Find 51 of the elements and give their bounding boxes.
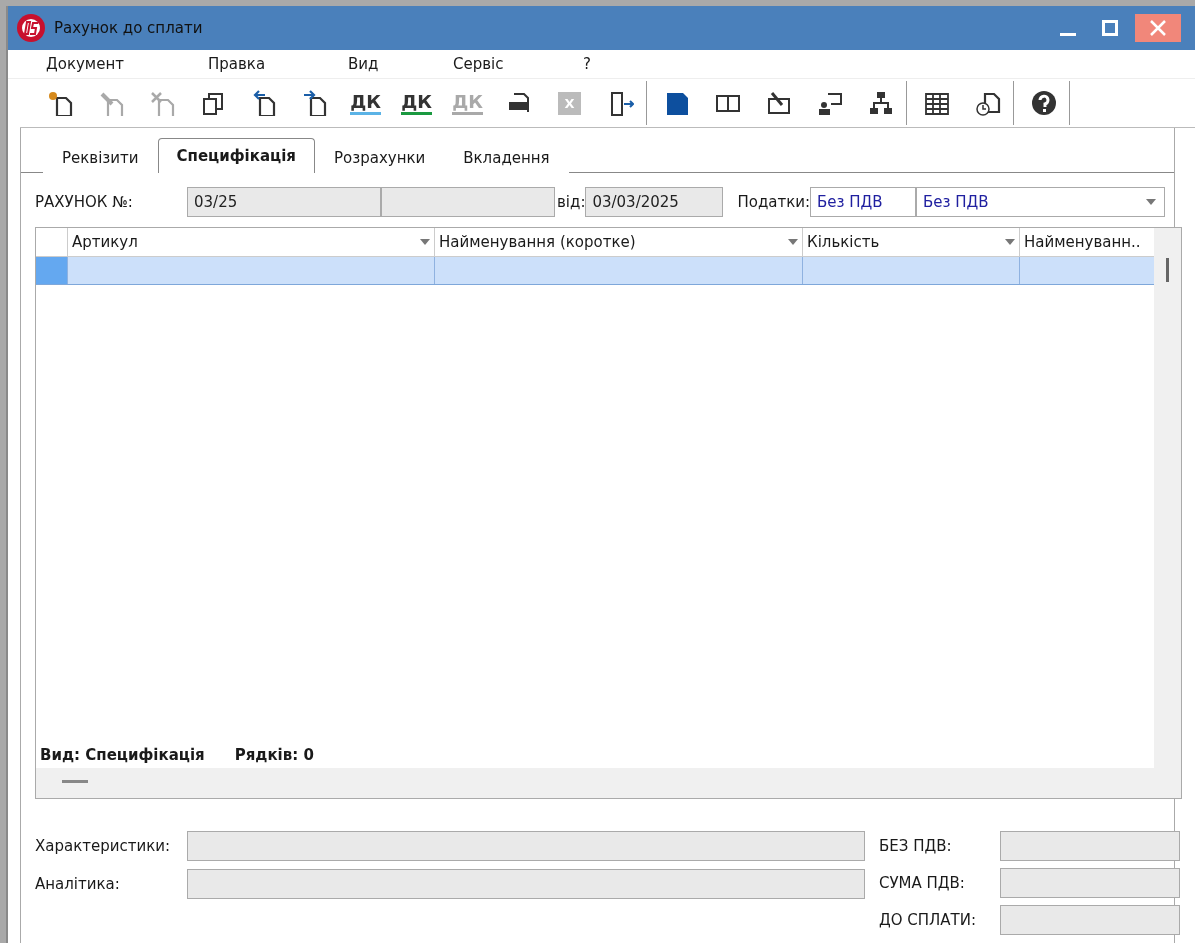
app-logo-icon bbox=[16, 13, 46, 43]
menu-item[interactable]: ? bbox=[583, 55, 623, 73]
hierarchy-icon bbox=[867, 90, 894, 116]
tax-code-field[interactable]: Без ПДВ bbox=[810, 187, 917, 217]
menu-item[interactable]: Документ bbox=[46, 55, 208, 73]
column-header[interactable]: Найменування (коротке) bbox=[439, 233, 636, 251]
status-text: Вид: Специфікація bbox=[40, 746, 205, 764]
table-icon bbox=[923, 90, 950, 116]
tab[interactable]: Специфікація bbox=[157, 138, 315, 173]
import-document-icon bbox=[301, 90, 328, 116]
field-label: від: bbox=[557, 193, 586, 211]
status-text: Рядків: 0 bbox=[234, 746, 314, 764]
number-field[interactable]: 03/25 bbox=[187, 187, 381, 217]
date-field[interactable]: 03/03/2025 bbox=[585, 187, 724, 217]
field-label: Аналітика: bbox=[35, 875, 121, 893]
window-title: Рахунок до сплати bbox=[54, 19, 204, 37]
input-field[interactable] bbox=[187, 869, 865, 899]
edit-document-icon bbox=[765, 90, 792, 116]
amount-field[interactable] bbox=[1000, 905, 1180, 935]
help-icon bbox=[1030, 90, 1057, 116]
menu-item[interactable]: Вид bbox=[348, 55, 453, 73]
amount-field[interactable] bbox=[1000, 831, 1180, 861]
dropdown-arrow-icon[interactable] bbox=[420, 239, 430, 245]
dropdown-arrow-icon[interactable] bbox=[1146, 199, 1157, 205]
field-label: РАХУНОК №: bbox=[35, 193, 134, 211]
dropdown-arrow-icon[interactable] bbox=[788, 239, 798, 245]
dropdown-arrow-icon[interactable] bbox=[1005, 239, 1015, 245]
column-header[interactable]: Найменуванн.. bbox=[1024, 233, 1141, 251]
field-label: ДО СПЛАТИ: bbox=[879, 911, 978, 929]
menu-item[interactable]: Правка bbox=[208, 55, 348, 73]
tax-dropdown[interactable]: Без ПДВ bbox=[916, 187, 1166, 217]
field-label: БЕЗ ПДВ: bbox=[879, 837, 953, 855]
field-label: Характеристики: bbox=[35, 837, 172, 855]
clock-document-icon bbox=[974, 90, 1001, 116]
person-chat-icon bbox=[816, 90, 843, 116]
amount-field[interactable] bbox=[1000, 868, 1180, 898]
menu-item[interactable]: Сервіс bbox=[453, 55, 583, 73]
close-button[interactable] bbox=[1135, 14, 1181, 42]
new-document-icon bbox=[46, 90, 73, 116]
accounting-entry-button[interactable]: ДК bbox=[391, 83, 442, 123]
minimize-icon bbox=[1060, 32, 1076, 36]
field-label: Податки: bbox=[737, 193, 811, 211]
maximize-icon bbox=[1102, 20, 1118, 36]
field-label: СУМА ПДВ: bbox=[879, 874, 966, 892]
column-header[interactable]: Кількість bbox=[807, 233, 880, 251]
number-suffix-field[interactable] bbox=[381, 187, 555, 217]
column-header[interactable]: Артикул bbox=[72, 233, 138, 251]
close-icon bbox=[1150, 20, 1166, 36]
accounting-entry-button[interactable]: ДК bbox=[340, 83, 391, 123]
delete-document-icon bbox=[148, 90, 175, 116]
input-field[interactable] bbox=[187, 831, 865, 861]
